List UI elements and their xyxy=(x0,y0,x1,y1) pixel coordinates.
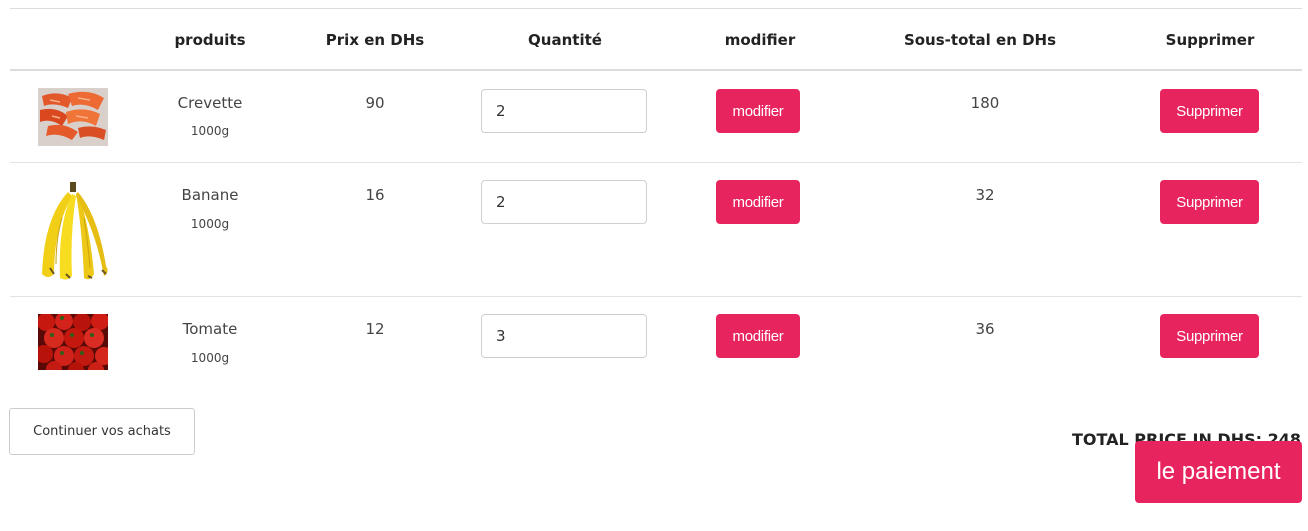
header-modify: modifier xyxy=(724,31,796,49)
table-header-border xyxy=(10,69,1302,71)
checkout-button[interactable]: le paiement xyxy=(1135,441,1302,503)
header-subtotal: Sous-total en DHs xyxy=(903,31,1057,49)
product-weight: 1000g xyxy=(190,351,230,365)
delete-button[interactable]: Supprimer xyxy=(1160,314,1259,358)
modify-button[interactable]: modifier xyxy=(716,89,800,133)
header-delete: Supprimer xyxy=(1165,31,1255,49)
row-divider xyxy=(10,296,1302,297)
product-price: 90 xyxy=(365,94,385,112)
continue-shopping-button[interactable]: Continuer vos achats xyxy=(9,408,195,455)
product-subtotal: 180 xyxy=(970,94,1000,112)
product-name: Banane xyxy=(181,186,239,204)
table-top-border xyxy=(10,8,1302,9)
product-weight: 1000g xyxy=(190,217,230,231)
quantity-input[interactable] xyxy=(481,180,647,224)
product-name: Tomate xyxy=(182,320,238,338)
delete-button[interactable]: Supprimer xyxy=(1160,89,1259,133)
modify-button[interactable]: modifier xyxy=(716,314,800,358)
header-price: Prix en DHs xyxy=(325,31,425,49)
header-quantity: Quantité xyxy=(528,31,602,49)
tomato-image xyxy=(38,314,108,370)
product-name: Crevette xyxy=(177,94,243,112)
delete-button[interactable]: Supprimer xyxy=(1160,180,1259,224)
cart-page: produits Prix en DHs Quantité modifier S… xyxy=(0,0,1308,531)
shrimp-image xyxy=(38,88,108,146)
modify-button[interactable]: modifier xyxy=(716,180,800,224)
row-divider xyxy=(10,162,1302,163)
header-products: produits xyxy=(174,31,246,49)
quantity-input[interactable] xyxy=(481,89,647,133)
product-price: 16 xyxy=(365,186,385,204)
banana-image xyxy=(34,178,112,282)
product-subtotal: 32 xyxy=(975,186,995,204)
product-price: 12 xyxy=(365,320,385,338)
quantity-input[interactable] xyxy=(481,314,647,358)
product-subtotal: 36 xyxy=(975,320,995,338)
product-weight: 1000g xyxy=(190,124,230,138)
